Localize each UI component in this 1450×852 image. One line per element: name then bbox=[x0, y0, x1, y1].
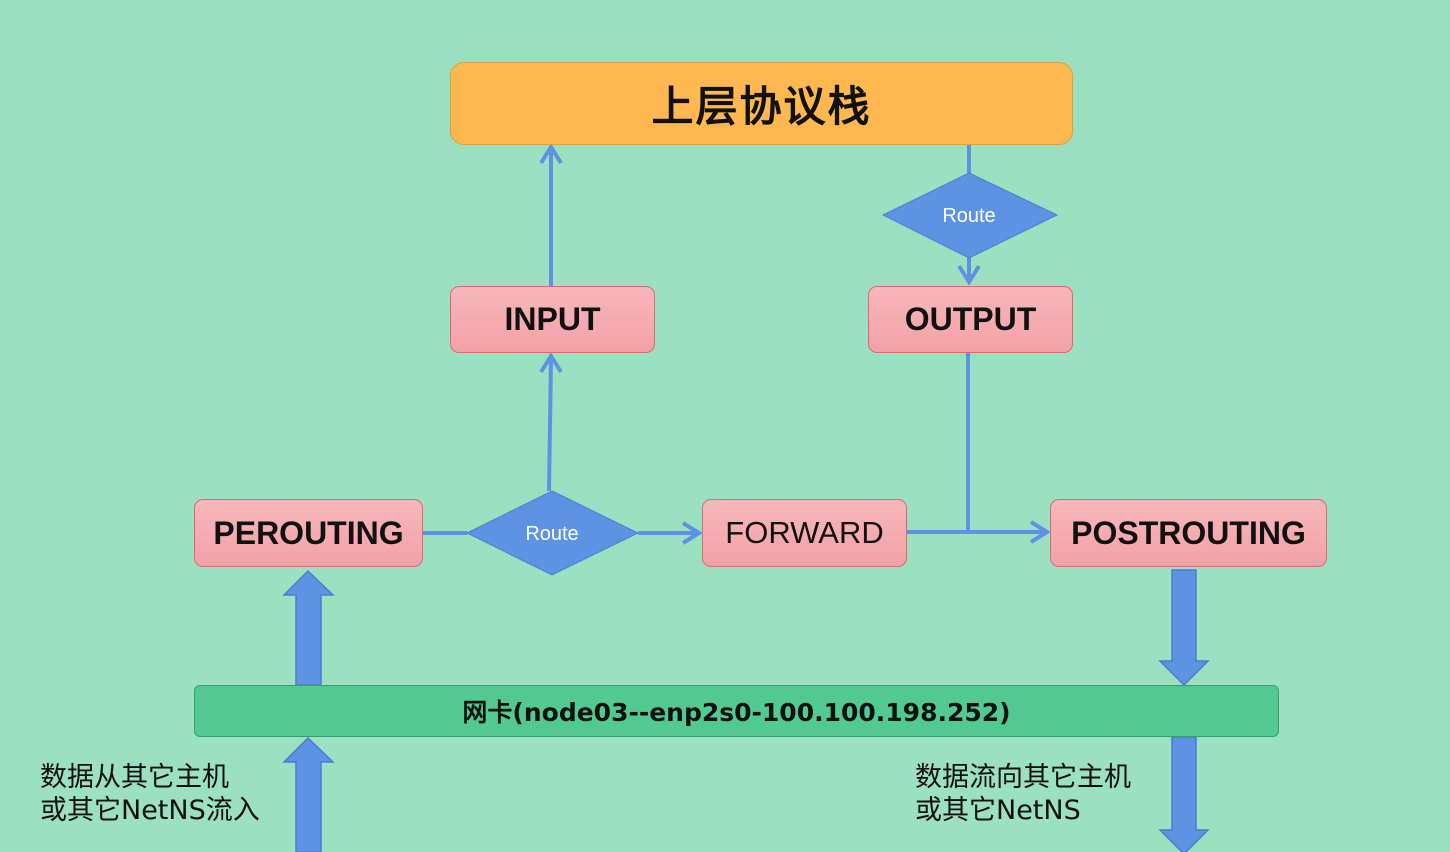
network-interface: 网卡(node03--enp2s0-100.100.198.252) bbox=[194, 685, 1279, 737]
postrouting-to-nic-block-arrow bbox=[1158, 569, 1210, 687]
chain-postrouting: POSTROUTING bbox=[1050, 499, 1327, 567]
outbound-note-line-2: 或其它NetNS bbox=[915, 795, 1081, 826]
inbound-note: 数据从其它主机 或其它NetNS流入 bbox=[40, 761, 260, 827]
upper-protocol-stack: 上层协议栈 bbox=[450, 62, 1073, 145]
chain-input: INPUT bbox=[450, 286, 655, 353]
inbound-note-line-2: 或其它NetNS流入 bbox=[40, 795, 260, 826]
outbound-note-line-1: 数据流向其它主机 bbox=[915, 762, 1131, 793]
chain-output: OUTPUT bbox=[868, 286, 1073, 353]
route-label-lower: Route bbox=[525, 523, 578, 545]
inbound-to-nic-block-arrow bbox=[282, 736, 335, 852]
nic-to-outbound-block-arrow bbox=[1158, 736, 1210, 852]
chain-prerouting: PEROUTING bbox=[194, 499, 423, 567]
route-label-upper: Route bbox=[942, 205, 995, 227]
route-to-input-line bbox=[547, 357, 553, 492]
outbound-note: 数据流向其它主机 或其它NetNS bbox=[915, 761, 1131, 827]
inbound-note-line-1: 数据从其它主机 bbox=[40, 762, 229, 793]
route-node-lower: Route bbox=[465, 490, 640, 576]
nic-to-prerouting-block-arrow bbox=[282, 569, 335, 686]
route-node-upper: Route bbox=[881, 172, 1059, 259]
chain-forward: FORWARD bbox=[702, 499, 907, 567]
